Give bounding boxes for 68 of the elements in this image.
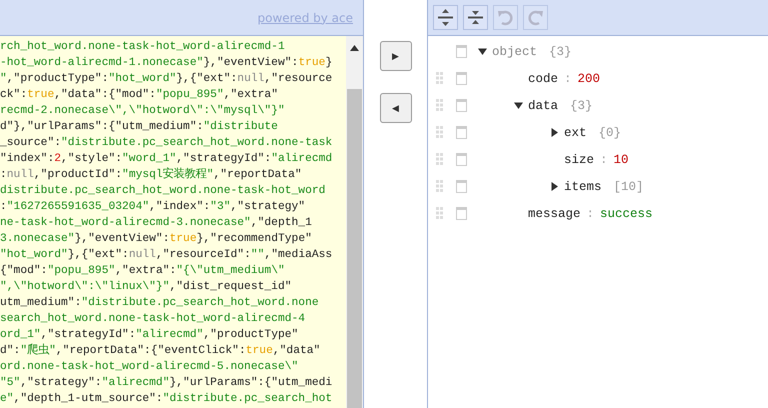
colon: : <box>564 72 572 86</box>
row-menu-icon[interactable] <box>456 99 466 112</box>
node-key: object <box>492 44 538 58</box>
node-key: code <box>528 72 558 86</box>
code-line: ck":true,"data":{"mod":"popu_895","extra" <box>0 88 279 103</box>
code-line: :null,"productId":"mysql安装教程","reportData" <box>0 167 303 183</box>
code-line: ",\"hotword\":\"linux\"}","dist_request_id" <box>0 280 293 295</box>
code-line: "5","strategy":"alirecmd"},"urlParams":{"utm_medi <box>0 376 334 391</box>
code-line: :"1627265591635_03204","index":"3","strategy" <box>0 200 306 215</box>
row-menu-icon[interactable] <box>456 180 466 193</box>
row-menu-icon[interactable] <box>456 207 466 220</box>
node-value: success <box>600 206 653 220</box>
code-line: search_hot_word.none-task-hot_word-alirecmd-4 <box>0 312 306 327</box>
collapsed-caret-icon[interactable] <box>550 128 558 137</box>
row-menu-icon[interactable] <box>456 153 466 166</box>
code-line: "hot_word"},{"ext":null,"resourceId":"","mediaAss <box>0 248 334 263</box>
expand-all-icon <box>438 9 453 26</box>
scrollbar-thumb[interactable] <box>347 89 362 408</box>
collapse-all-icon <box>468 9 483 26</box>
code-line: ne-task-hot_word-alirecmd-3.nonecase","depth_1 <box>0 216 313 231</box>
code-line: e","depth_1-utm_source":"distribute.pc_search_hot <box>0 392 334 407</box>
scroll-up-icon <box>350 45 359 51</box>
drag-handle-icon[interactable] <box>436 72 442 85</box>
drag-handle-icon[interactable] <box>436 153 442 166</box>
node-count: {3} <box>570 98 593 112</box>
node-value: 10 <box>614 152 629 166</box>
code-line: ord_1","strategyId":"alirecmd","productType" <box>0 328 300 343</box>
node-key: items <box>564 180 602 194</box>
node-key: data <box>528 98 558 112</box>
code-line: recmd-2.nonecase\",\"hotword\":\"mysql\"}" <box>0 104 286 119</box>
expanded-caret-icon[interactable] <box>478 47 486 56</box>
code-line: d"},"urlParams":{"utm_medium":"distribute <box>0 120 279 135</box>
node-count: {3} <box>549 44 572 58</box>
colon: : <box>586 206 594 220</box>
scrollbar[interactable] <box>346 36 363 408</box>
node-count: [10] <box>614 180 644 194</box>
node-value: 200 <box>578 72 600 86</box>
drag-handle-icon[interactable] <box>436 207 442 220</box>
code-line: rch_hot_word.none-task-hot_word-alirecmd-1 <box>0 40 286 55</box>
expanded-caret-icon[interactable] <box>514 101 522 110</box>
code-line: ","productType":"hot_word"},{"ext":null,"resource <box>0 72 334 87</box>
code-line: _source":"distribute.pc_search_hot_word.none-task <box>0 136 334 151</box>
code-line: "index":2,"style":"word_1","strategyId":"alirecmd <box>0 152 334 167</box>
expand-button[interactable] <box>433 5 458 30</box>
node-key: size <box>564 152 594 166</box>
code-line: distribute.pc_search_hot_word.none-task-hot_word <box>0 184 326 199</box>
drag-handle-icon[interactable] <box>436 126 442 139</box>
row-menu-icon[interactable] <box>456 45 466 58</box>
transfer-button[interactable]: ▶ <box>380 41 412 71</box>
row-menu-icon[interactable] <box>456 126 466 139</box>
collapsed-caret-icon[interactable] <box>550 182 558 191</box>
row-menu-icon[interactable] <box>456 72 466 85</box>
drag-handle-icon[interactable] <box>436 99 442 112</box>
node-count: {0} <box>598 126 622 140</box>
code-line: -hot_word-alirecmd-1.nonecase"},"eventView":true} <box>0 56 334 71</box>
transfer-button[interactable]: ◀ <box>380 93 412 123</box>
code-line: ord.none-task-hot_word-alirecmd-5.nonecase\" <box>0 360 300 375</box>
drag-handle-icon[interactable] <box>436 180 442 193</box>
code-line: d":"爬虫","reportData":{"eventClick":true,"data" <box>0 343 322 359</box>
redo-icon <box>527 9 544 26</box>
node-key: ext <box>564 126 587 140</box>
collapse-button[interactable] <box>463 5 488 30</box>
code-line: 3.nonecase"},"eventView":true},"recommendType" <box>0 232 313 247</box>
colon: : <box>600 152 608 166</box>
code-line: utm_medium":"distribute.pc_search_hot_word.none <box>0 296 320 311</box>
undo-icon <box>497 9 514 26</box>
code-line: {"mod":"popu_895","extra":"{\"utm_medium\" <box>0 264 286 279</box>
node-key: message <box>528 206 581 220</box>
